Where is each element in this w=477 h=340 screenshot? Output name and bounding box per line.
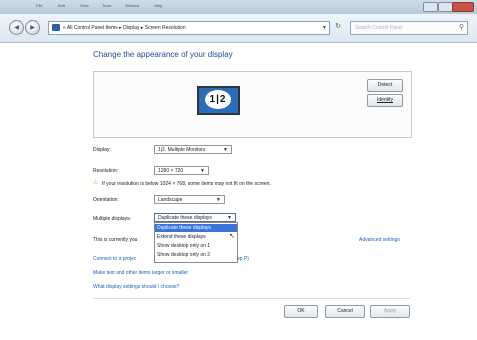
forward-button[interactable]: ▶ [25, 20, 40, 35]
option-extend[interactable]: Extend these displays [155, 233, 237, 241]
connect-projector-link[interactable]: Connect to a projec [93, 256, 136, 262]
multiple-displays-select[interactable]: Duplicate these displays ▼ [154, 213, 236, 222]
menu-tools[interactable]: Tools [102, 4, 111, 8]
option-show-only-2[interactable]: Show desktop only on 2 [155, 251, 237, 259]
current-display-text: This is currently you [93, 237, 138, 243]
orientation-label: Orientation: [93, 197, 119, 203]
breadcrumb-item-display[interactable]: Display [123, 25, 139, 31]
forward-arrow-icon: ▶ [30, 24, 35, 31]
monitor-icon[interactable]: 1|2 [197, 86, 240, 115]
search-icon[interactable]: ⚲ [459, 23, 464, 31]
resolution-value: 1280 × 720 [158, 168, 184, 174]
orientation-value: Landscape [158, 197, 183, 203]
address-bar[interactable]: « All Control Panel Items ▸ Display ▸ Sc… [48, 21, 330, 35]
menu-file[interactable]: File [36, 4, 42, 8]
option-show-only-1[interactable]: Show desktop only on 1 [155, 242, 237, 250]
multiple-displays-dropdown[interactable]: Duplicate these displays Extend these di… [154, 222, 238, 263]
chevron-down-icon: ▼ [200, 168, 205, 174]
title-bar: File Edit View Tools Window Help [0, 0, 477, 14]
menu-view[interactable]: View [80, 4, 89, 8]
search-placeholder: Search Control Panel [355, 25, 403, 31]
text-size-link[interactable]: Make text and other items larger or smal… [93, 270, 188, 276]
connect-projector-link-end[interactable]: ep P) [237, 256, 249, 262]
monitor-label: 1|2 [205, 90, 231, 109]
option-duplicate[interactable]: Duplicate these displays [155, 224, 237, 232]
maximize-button[interactable] [438, 2, 453, 12]
navigation-bar: ◀ ▶ « All Control Panel Items ▸ Display … [0, 14, 477, 43]
search-input[interactable]: Search Control Panel ⚲ [350, 21, 468, 35]
multiple-displays-value: Duplicate these displays [158, 215, 212, 221]
advanced-settings-link[interactable]: Advanced settings [359, 237, 400, 243]
identify-button[interactable]: Identify [367, 94, 403, 107]
breadcrumb-separator[interactable]: ▸ [119, 25, 122, 31]
chevron-down-icon: ▼ [216, 197, 221, 203]
page-title: Change the appearance of your display [93, 50, 233, 59]
back-button[interactable]: ◀ [9, 20, 24, 35]
menu-window[interactable]: Window [125, 4, 139, 8]
breadcrumb-item-all-items[interactable]: All Control Panel Items [67, 25, 118, 31]
menu-help[interactable]: Help [154, 4, 162, 8]
display-settings-help-link[interactable]: What display settings should I choose? [93, 284, 179, 290]
menu-edit[interactable]: Edit [58, 4, 65, 8]
breadcrumb-overflow[interactable]: « [63, 25, 66, 31]
cancel-button[interactable]: Cancel [325, 305, 365, 318]
ok-button[interactable]: OK [284, 305, 318, 318]
back-arrow-icon: ◀ [14, 24, 19, 31]
breadcrumb: « All Control Panel Items ▸ Display ▸ Sc… [63, 25, 186, 31]
resolution-warning: If your resolution is below 1024 × 768, … [102, 181, 271, 187]
mouse-cursor-icon: ↖ [229, 233, 235, 240]
apply-button[interactable]: Apply [370, 305, 410, 318]
display-preview: 1|2 Detect Identify [93, 71, 412, 138]
orientation-select[interactable]: Landscape ▼ [154, 195, 225, 204]
resolution-select[interactable]: 1280 × 720 ▼ [154, 166, 209, 175]
chevron-down-icon[interactable]: ▼ [322, 25, 327, 31]
breadcrumb-item-screen-resolution[interactable]: Screen Resolution [145, 25, 186, 31]
divider [93, 298, 410, 299]
display-select[interactable]: 1|2. Multiple Monitors ▼ [154, 145, 232, 154]
multiple-displays-label: Multiple displays: [93, 216, 132, 222]
refresh-icon[interactable]: ↻ [332, 21, 344, 33]
chevron-down-icon: ▼ [223, 147, 228, 153]
close-button[interactable] [452, 2, 474, 12]
breadcrumb-separator[interactable]: ▸ [141, 25, 144, 31]
display-value: 1|2. Multiple Monitors [158, 147, 206, 153]
minimize-button[interactable] [423, 2, 438, 12]
resolution-label: Resolution: [93, 168, 119, 174]
detect-button[interactable]: Detect [367, 79, 403, 92]
warning-icon: ⚠ [93, 180, 99, 186]
control-panel-icon [52, 24, 60, 31]
display-label: Display: [93, 147, 111, 153]
